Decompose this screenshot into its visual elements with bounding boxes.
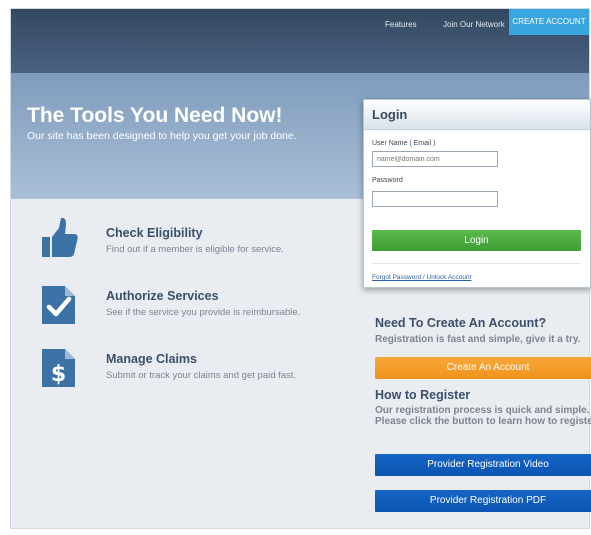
- page-frame: Features Join Our Network CREATE ACCOUNT…: [10, 8, 591, 529]
- feature-title[interactable]: Authorize Services: [106, 289, 219, 303]
- feature-description: Submit or track your claims and get paid…: [106, 370, 297, 381]
- login-divider: [372, 263, 581, 264]
- feature-description: Find out if a member is eligible for ser…: [106, 244, 284, 255]
- dollar-document-icon: $: [39, 343, 79, 387]
- login-title: Login: [364, 100, 590, 130]
- feature-manage-claims: $ Manage Claims Submit or track your cla…: [39, 343, 349, 395]
- top-navigation-bar: Features Join Our Network CREATE ACCOUNT: [11, 9, 589, 73]
- username-label: User Name ( Email ): [372, 140, 436, 147]
- create-account-heading: Need To Create An Account?: [375, 316, 547, 330]
- thumbs-up-icon: [39, 217, 79, 261]
- login-panel: Login User Name ( Email ) Password Login…: [363, 99, 591, 288]
- registration-pdf-button[interactable]: Provider Registration PDF: [375, 490, 591, 512]
- feature-check-eligibility: Check Eligibility Find out if a member i…: [39, 217, 349, 269]
- checkmark-document-icon: [39, 280, 79, 324]
- forgot-password-link[interactable]: Forgot Password / Unlock Account: [372, 274, 471, 281]
- password-label: Password: [372, 177, 403, 184]
- registration-video-button[interactable]: Provider Registration Video: [375, 454, 591, 476]
- how-to-register-text: Our registration process is quick and si…: [375, 405, 591, 427]
- username-input[interactable]: [372, 151, 498, 167]
- hero-subtitle: Our site has been designed to help you g…: [27, 130, 297, 142]
- create-account-text: Registration is fast and simple, give it…: [375, 334, 581, 345]
- feature-authorize-services: Authorize Services See if the service yo…: [39, 280, 349, 332]
- how-to-register-heading: How to Register: [375, 388, 471, 402]
- login-button[interactable]: Login: [372, 230, 581, 251]
- svg-text:$: $: [51, 362, 66, 387]
- feature-title[interactable]: Check Eligibility: [106, 226, 203, 240]
- create-account-button[interactable]: Create An Account: [375, 357, 591, 379]
- nav-link-features[interactable]: Features: [385, 20, 417, 29]
- hero-title: The Tools You Need Now!: [27, 104, 283, 127]
- feature-title[interactable]: Manage Claims: [106, 352, 197, 366]
- nav-create-account-button[interactable]: CREATE ACCOUNT: [509, 9, 589, 35]
- feature-description: See if the service you provide is reimbu…: [106, 307, 301, 318]
- nav-link-join-network[interactable]: Join Our Network: [443, 20, 505, 29]
- password-input[interactable]: [372, 191, 498, 207]
